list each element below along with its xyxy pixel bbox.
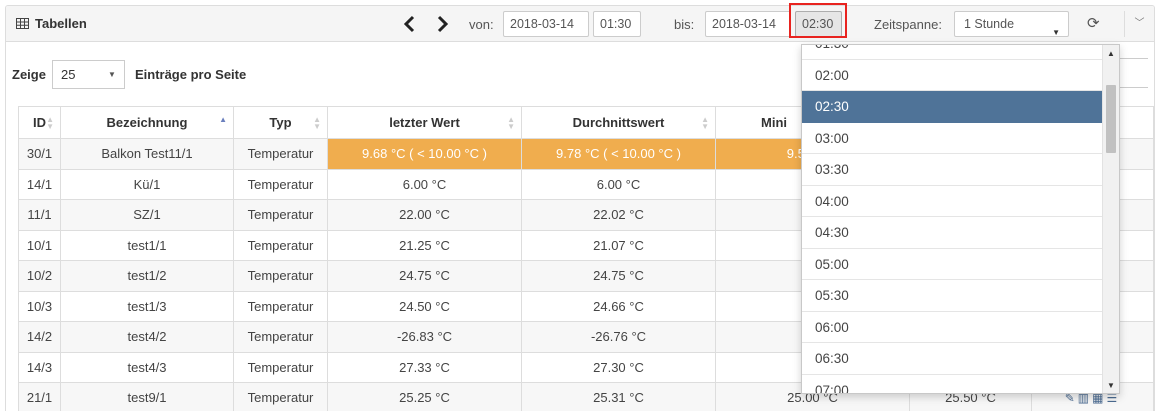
cell-name: test4/2 — [60, 321, 234, 353]
cell-name: test1/2 — [60, 260, 234, 292]
to-label: bis: — [674, 17, 695, 32]
dropdown-option[interactable]: 06:30 — [802, 343, 1104, 375]
cell-last-value: 22.00 °C — [327, 199, 522, 231]
cell-type: Temperatur — [233, 168, 328, 200]
refresh-icon[interactable]: ⟳ — [1087, 14, 1100, 32]
cell-last-value: -26.83 °C — [327, 321, 522, 353]
scroll-down-icon[interactable]: ▼ — [1107, 381, 1115, 390]
dropdown-option[interactable]: 04:00 — [802, 186, 1104, 217]
cell-last-value: 25.25 °C — [327, 382, 522, 411]
time-dropdown: 01:3002:0002:3003:0003:3004:0004:3005:00… — [801, 44, 1120, 394]
cell-type: Temperatur — [233, 321, 328, 353]
cell-id: 14/1 — [18, 168, 61, 200]
cell-average: 27.30 °C — [521, 351, 716, 383]
cell-id: 30/1 — [18, 138, 61, 170]
from-date-input[interactable]: 2018-03-14 — [503, 11, 589, 37]
scrollbar-thumb[interactable] — [1106, 85, 1116, 153]
chevron-down-icon: ﹀ — [1134, 18, 1145, 29]
cell-name: test9/1 — [60, 382, 234, 411]
cell-type: Temperatur — [233, 229, 328, 261]
dropdown-option[interactable]: 06:00 — [802, 312, 1104, 343]
cell-last-value: 24.75 °C — [327, 260, 522, 292]
from-label: von: — [469, 17, 494, 32]
cell-id: 14/2 — [18, 321, 61, 353]
column-header-name[interactable]: Bezeichnung ▲ — [60, 106, 234, 139]
cell-last-value: 24.50 °C — [327, 290, 522, 322]
cell-type: Temperatur — [233, 382, 328, 411]
cell-id: 10/3 — [18, 290, 61, 322]
sort-icon: ▲ ▼ — [701, 115, 709, 131]
panel-header: Tabellen von: 2018-03-14 01:30 bis: 2018… — [6, 6, 1154, 42]
cell-average: 21.07 °C — [521, 229, 716, 261]
dropdown-option[interactable]: 02:00 — [802, 60, 1104, 91]
table-icon — [16, 18, 29, 29]
dropdown-option[interactable]: 02:30 — [802, 91, 1104, 123]
cell-name: Kü/1 — [60, 168, 234, 200]
cell-average: 24.75 °C — [521, 260, 716, 292]
cell-last-value: 9.68 °C ( < 10.00 °C ) — [327, 138, 522, 170]
cell-type: Temperatur — [233, 290, 328, 322]
column-header-last-value[interactable]: letzter Wert ▲ ▼ — [327, 106, 522, 139]
dropdown-option[interactable]: 03:00 — [802, 123, 1104, 154]
cell-last-value: 21.25 °C — [327, 229, 522, 261]
collapse-button[interactable]: ﹀ — [1124, 11, 1154, 37]
dropdown-option[interactable]: 04:30 — [802, 217, 1104, 249]
cell-type: Temperatur — [233, 260, 328, 292]
cell-average: 22.02 °C — [521, 199, 716, 231]
chevron-right-icon[interactable] — [434, 14, 452, 34]
cell-average: 6.00 °C — [521, 168, 716, 200]
page-size-value: 25 — [60, 67, 76, 82]
from-time-input[interactable]: 01:30 — [593, 11, 641, 37]
column-header-type[interactable]: Typ ▲ ▼ — [233, 106, 328, 139]
sort-asc-icon: ▲ — [219, 115, 227, 124]
per-page-label: Einträge pro Seite — [134, 67, 247, 82]
timespan-label: Zeitspanne: — [874, 17, 942, 32]
dropdown-option[interactable]: 05:00 — [802, 249, 1104, 280]
cell-id: 10/1 — [18, 229, 61, 261]
to-date-input[interactable]: 2018-03-14 — [705, 11, 791, 37]
cell-type: Temperatur — [233, 199, 328, 231]
cell-average: 9.78 °C ( < 10.00 °C ) — [521, 138, 716, 170]
sort-icon: ▲ ▼ — [507, 115, 515, 131]
caret-down-icon: ▼ — [1052, 28, 1060, 37]
sort-icon: ▲ ▼ — [313, 115, 321, 131]
cell-name: test4/3 — [60, 351, 234, 383]
caret-down-icon: ▼ — [108, 70, 116, 79]
cell-name: Balkon Test11/1 — [60, 138, 234, 170]
panel-title: Tabellen — [16, 16, 87, 31]
cell-type: Temperatur — [233, 351, 328, 383]
tables-panel: Tabellen von: 2018-03-14 01:30 bis: 2018… — [5, 5, 1155, 411]
cell-average: 24.66 °C — [521, 290, 716, 322]
cell-id: 21/1 — [18, 382, 61, 411]
cell-name: test1/1 — [60, 229, 234, 261]
to-time-input[interactable]: 02:30 — [795, 11, 842, 37]
timespan-select[interactable]: 1 Stunde ▼ — [954, 11, 1069, 37]
cell-name: test1/3 — [60, 290, 234, 322]
dropdown-option[interactable]: 07:00 — [802, 375, 1104, 394]
cell-id: 11/1 — [18, 199, 61, 231]
scroll-up-icon[interactable]: ▲ — [1107, 49, 1115, 58]
column-header-average[interactable]: Durchnittswert ▲ ▼ — [521, 106, 716, 139]
cell-last-value: 27.33 °C — [327, 351, 522, 383]
cell-type: Temperatur — [233, 138, 328, 170]
cell-average: 25.31 °C — [521, 382, 716, 411]
column-header-id[interactable]: ID ▲ ▼ — [18, 106, 61, 139]
panel-title-text: Tabellen — [35, 16, 87, 31]
cell-id: 14/3 — [18, 351, 61, 383]
chevron-left-icon[interactable] — [400, 14, 418, 34]
page-size-select[interactable]: 25 ▼ — [51, 60, 125, 89]
cell-average: -26.76 °C — [521, 321, 716, 353]
cell-name: SZ/1 — [60, 199, 234, 231]
cell-id: 10/2 — [18, 260, 61, 292]
dropdown-option[interactable]: 01:30 — [802, 45, 1104, 60]
dropdown-option[interactable]: 03:30 — [802, 154, 1104, 186]
cell-last-value: 6.00 °C — [327, 168, 522, 200]
show-label: Zeige — [12, 67, 46, 82]
dropdown-option[interactable]: 05:30 — [802, 280, 1104, 312]
timespan-value: 1 Stunde — [964, 17, 1015, 31]
sort-icon: ▲ ▼ — [46, 115, 54, 131]
dropdown-scrollbar[interactable]: ▲ ▼ — [1102, 45, 1119, 393]
page-size-control: Zeige 25 ▼ Einträge pro Seite — [12, 60, 246, 89]
